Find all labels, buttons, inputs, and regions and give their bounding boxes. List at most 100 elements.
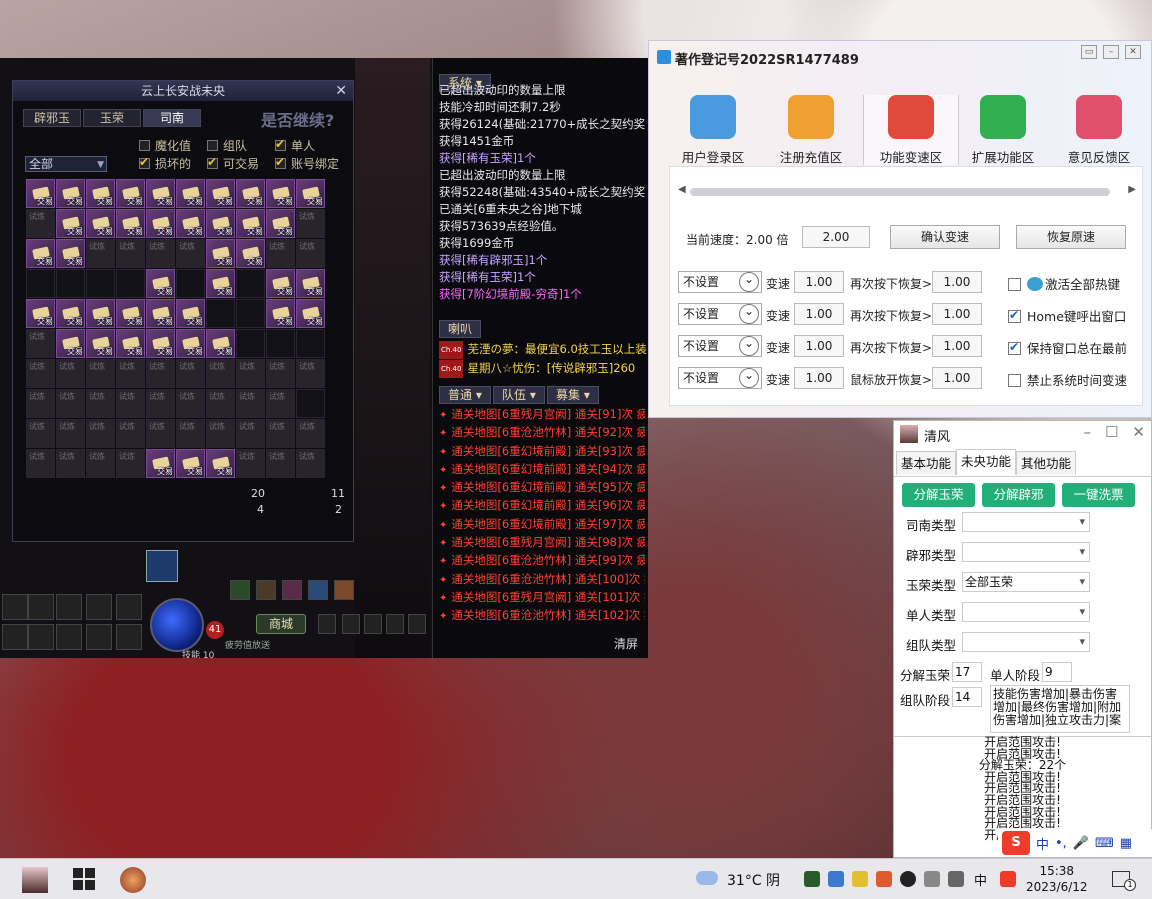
inventory-slot[interactable]	[116, 269, 145, 298]
ime-lang[interactable]: 中	[1036, 834, 1049, 853]
confirm-speed-button[interactable]: 确认变速	[890, 225, 1000, 249]
menu-icon-tools[interactable]	[408, 614, 426, 634]
inventory-slot[interactable]	[86, 449, 115, 478]
inventory-slot[interactable]	[266, 419, 295, 448]
checkbox[interactable]	[1008, 278, 1021, 291]
menu-icon-settings[interactable]	[386, 614, 404, 634]
chat-tab-recruit[interactable]: 募集 ▾	[547, 386, 599, 404]
chat-tab-team[interactable]: 队伍 ▾	[493, 386, 545, 404]
hotkey-select[interactable]: 不设置	[678, 271, 762, 293]
menu-icon-1[interactable]	[230, 580, 250, 600]
restore-speed-input[interactable]: 1.00	[932, 367, 982, 389]
scroll-right-icon[interactable]: ▶	[1128, 184, 1136, 195]
scroll-left-icon[interactable]: ◀	[678, 184, 686, 195]
inventory-slot[interactable]	[296, 179, 325, 208]
inventory-slot[interactable]	[86, 269, 115, 298]
inventory-slot[interactable]	[266, 389, 295, 418]
team-stage-input[interactable]: 14	[952, 687, 982, 707]
filter-team[interactable]: 组队	[207, 137, 247, 154]
skill-slot-f[interactable]	[28, 624, 54, 650]
scroll-thumb[interactable]	[690, 188, 1110, 196]
filter-account-bound[interactable]: 账号绑定	[275, 155, 339, 172]
inventory-slot[interactable]	[206, 209, 235, 238]
inventory-slot[interactable]	[236, 269, 265, 298]
inventory-slot[interactable]	[296, 209, 325, 238]
inventory-slot[interactable]	[56, 449, 85, 478]
inventory-slot[interactable]	[146, 179, 175, 208]
inventory-slot[interactable]	[146, 449, 175, 478]
inventory-slot[interactable]	[206, 179, 235, 208]
inventory-slot[interactable]	[146, 389, 175, 418]
inventory-slot[interactable]	[116, 329, 145, 358]
clear-screen-button[interactable]: 清屏	[614, 635, 638, 652]
skill-slot-alt[interactable]	[116, 624, 142, 650]
inventory-slot[interactable]	[266, 359, 295, 388]
skill-slot-t[interactable]	[56, 594, 82, 620]
minimize-icon[interactable]: –	[1083, 423, 1091, 441]
skill-slot-g[interactable]	[56, 624, 82, 650]
menu-icon-4[interactable]	[308, 580, 328, 600]
inventory-slot[interactable]	[176, 329, 205, 358]
inventory-slot[interactable]	[296, 359, 325, 388]
inventory-slot[interactable]	[206, 329, 235, 358]
hotkey-speed-input[interactable]: 1.00	[794, 335, 844, 357]
inventory-slot[interactable]	[26, 389, 55, 418]
inventory-slot[interactable]	[296, 329, 325, 358]
chat-tab-normal[interactable]: 普通 ▾	[439, 386, 491, 404]
inventory-slot[interactable]	[296, 239, 325, 268]
menu-icon-mail[interactable]	[364, 614, 382, 634]
menu-icon-2[interactable]	[256, 580, 276, 600]
keyboard-icon[interactable]: ⌨	[1095, 836, 1114, 851]
nav-extensions[interactable]: 扩展功能区	[955, 95, 1051, 165]
decompose-bixie-button[interactable]: 分解辟邪	[982, 483, 1055, 507]
inventory-close-icon[interactable]: ✕	[335, 83, 347, 99]
check-always-on-top[interactable]: 保持窗口总在最前	[1008, 338, 1127, 357]
sinan-type-select[interactable]	[962, 512, 1090, 532]
inventory-slot[interactable]	[116, 389, 145, 418]
mic-icon[interactable]: 🎤	[1073, 836, 1089, 851]
inventory-slot[interactable]	[146, 299, 175, 328]
windows-start-icon[interactable]	[72, 867, 98, 893]
inventory-slot[interactable]	[86, 299, 115, 328]
taskbar-app-avatar-icon[interactable]	[22, 867, 48, 893]
close-window-icon[interactable]: ✕	[1125, 45, 1141, 59]
inventory-slot[interactable]	[116, 209, 145, 238]
ime-menu-icon[interactable]: ▦	[1120, 836, 1132, 851]
inventory-slot[interactable]	[206, 449, 235, 478]
inventory-slot[interactable]	[176, 299, 205, 328]
restore-speed-input[interactable]: 1.00	[932, 271, 982, 293]
checkbox[interactable]	[207, 140, 218, 151]
nav-user-login[interactable]: 用户登录区	[665, 95, 761, 165]
inventory-slot[interactable]	[266, 179, 295, 208]
restore-speed-input[interactable]: 1.00	[932, 303, 982, 325]
taskbar-game-icon[interactable]	[120, 867, 146, 893]
chat-tab-horn[interactable]: 喇叭	[439, 320, 482, 338]
hotkey-select[interactable]: 不设置	[678, 335, 762, 357]
inventory-slot[interactable]	[266, 449, 295, 478]
one-click-wash-button[interactable]: 一键洗票	[1062, 483, 1135, 507]
hotkey-speed-input[interactable]: 1.00	[794, 303, 844, 325]
inventory-slot[interactable]	[146, 209, 175, 238]
inventory-slot[interactable]	[266, 269, 295, 298]
inventory-slot[interactable]	[176, 239, 205, 268]
menu-icon-bag[interactable]	[342, 614, 360, 634]
restore-window-icon[interactable]: ▭	[1081, 45, 1097, 59]
restore-speed-button[interactable]: 恢复原速	[1016, 225, 1126, 249]
checkbox[interactable]	[275, 137, 286, 151]
inventory-slot[interactable]	[296, 449, 325, 478]
skill-slot-h[interactable]	[86, 624, 112, 650]
inventory-slot[interactable]	[86, 359, 115, 388]
inventory-slot[interactable]	[56, 269, 85, 298]
inventory-slot[interactable]	[86, 419, 115, 448]
decompose-yurong-button[interactable]: 分解玉荣	[902, 483, 975, 507]
tray-nvidia-icon[interactable]	[804, 871, 820, 887]
inventory-slot[interactable]	[56, 389, 85, 418]
inventory-slot[interactable]	[86, 209, 115, 238]
inventory-slot[interactable]	[26, 269, 55, 298]
inventory-slot[interactable]	[116, 179, 145, 208]
hotkey-speed-input[interactable]: 1.00	[794, 367, 844, 389]
inventory-slot[interactable]	[26, 209, 55, 238]
inventory-slot[interactable]	[116, 299, 145, 328]
volume-icon[interactable]	[948, 871, 964, 887]
menu-icon-3[interactable]	[282, 580, 302, 600]
